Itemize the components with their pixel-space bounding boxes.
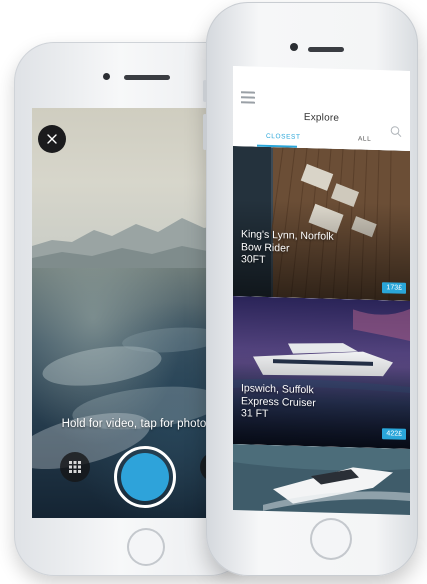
price-badge: 173£ bbox=[382, 282, 406, 294]
menu-icon[interactable] bbox=[241, 91, 255, 104]
listing-caption: Ipswich, Suffolk Express Cruiser 31 FT bbox=[241, 382, 316, 422]
tab-closest[interactable]: CLOSEST bbox=[266, 133, 301, 141]
mute-switch bbox=[203, 80, 207, 102]
earpiece-speaker bbox=[308, 47, 344, 52]
speedboat-photo bbox=[233, 444, 410, 515]
listing-card[interactable]: King's Lynn, Norfolk Bow Rider 30FT 173£ bbox=[233, 146, 410, 301]
earpiece-speaker bbox=[124, 75, 170, 80]
shutter-core bbox=[121, 453, 169, 501]
front-camera-lens bbox=[290, 43, 298, 51]
app-header: Explore CLOSEST ALL bbox=[233, 66, 410, 149]
close-button[interactable] bbox=[38, 125, 66, 153]
listing-length: 31 FT bbox=[241, 407, 269, 420]
page-title: Explore bbox=[303, 111, 340, 124]
explore-screen: Explore CLOSEST ALL King's Lynn, Norfolk… bbox=[233, 66, 410, 515]
listing-card[interactable]: Ipswich, Suffolk Express Cruiser 31 FT 4… bbox=[233, 296, 410, 449]
close-icon bbox=[47, 134, 57, 144]
explore-phone: Explore CLOSEST ALL King's Lynn, Norfolk… bbox=[203, 2, 418, 576]
gallery-button[interactable] bbox=[60, 452, 90, 482]
price-badge: 422£ bbox=[382, 428, 406, 440]
volume-button bbox=[203, 114, 207, 150]
shutter-button[interactable] bbox=[114, 446, 176, 508]
tab-all[interactable]: ALL bbox=[358, 135, 371, 142]
front-camera-lens bbox=[103, 73, 110, 80]
listing-card[interactable] bbox=[233, 444, 410, 515]
home-button[interactable] bbox=[127, 528, 165, 566]
home-button[interactable] bbox=[310, 518, 352, 560]
gallery-icon bbox=[69, 461, 81, 473]
listing-length: 30FT bbox=[241, 253, 266, 266]
listing-caption: King's Lynn, Norfolk Bow Rider 30FT bbox=[241, 228, 334, 268]
